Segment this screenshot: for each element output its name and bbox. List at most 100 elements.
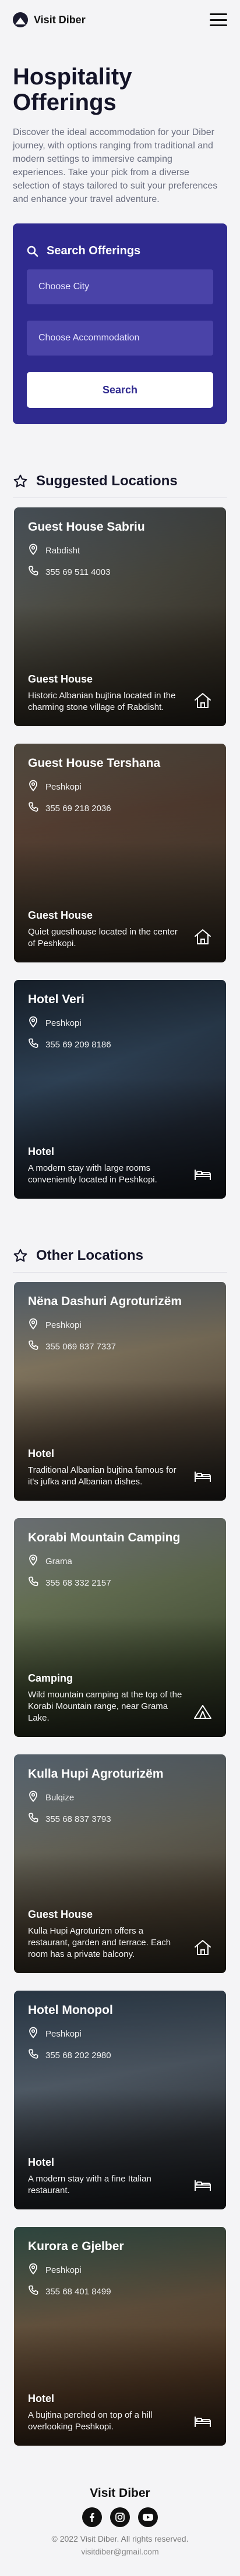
bed-icon: [193, 2415, 212, 2432]
location-name: Hotel Monopol: [28, 2003, 113, 2017]
brand[interactable]: Visit Diber: [13, 12, 86, 27]
accommodation-type: Hotel: [28, 1448, 54, 1459]
card-content: Korabi Mountain Camping Grama 355 68 332 2…: [14, 1518, 226, 1737]
phone-icon: [28, 2049, 38, 2062]
other-heading: Other Locations: [13, 1248, 227, 1264]
search-title: Search Offerings: [47, 244, 141, 257]
location-city-row: Peshkopi: [28, 1318, 212, 1332]
location-phone-row[interactable]: 355 69 209 8186: [28, 1038, 212, 1051]
phone-icon: [28, 1576, 38, 1589]
card-content: Nëna Dashuri Agroturizëm Peshkopi 355 069 …: [14, 1282, 226, 1501]
instagram-icon[interactable]: [110, 2507, 130, 2527]
location-description: A modern stay with a fine Italian restau…: [28, 2174, 151, 2195]
location-description: Kulla Hupi Agroturizm offers a restauran…: [28, 1926, 171, 1959]
accommodation-type: Guest House: [28, 673, 93, 685]
divider: [13, 1272, 227, 1273]
accommodation-type: Hotel: [28, 2156, 54, 2168]
hero-section: Hospitality Offerings Discover the ideal…: [0, 40, 240, 206]
location-phone-row[interactable]: 355 68 332 2157: [28, 1576, 212, 1589]
search-icon: [27, 246, 38, 257]
location-phone-row[interactable]: 355 069 837 7337: [28, 1340, 212, 1353]
phone-icon: [28, 566, 38, 578]
accommodation-type: Hotel: [28, 2393, 54, 2404]
card-footer: Camping Wild mountain camping at the top …: [28, 1672, 212, 1724]
location-phone-row[interactable]: 355 69 218 2036: [28, 802, 212, 815]
card-footer: Hotel A modern stay with large rooms conv…: [28, 1146, 212, 1186]
logo-icon: [13, 12, 28, 27]
search-card: Search Offerings Choose City Choose Acco…: [13, 223, 227, 424]
hero-description: Discover the ideal accommodation for you…: [13, 127, 218, 204]
other-title: Other Locations: [36, 1248, 144, 1263]
footer-brand: Visit Diber: [90, 2486, 150, 2500]
location-phone-row[interactable]: 355 68 202 2980: [28, 2049, 212, 2062]
accommodation-type: Guest House: [28, 909, 93, 921]
location-description: Historic Albanian bujtina located in the…: [28, 691, 176, 712]
facebook-icon[interactable]: [82, 2507, 102, 2527]
tent-icon: [193, 1704, 212, 1723]
location-phone[interactable]: 355 69 511 4003: [45, 567, 111, 577]
copyright: © 2022 Visit Diber. All rights reserved.: [51, 2534, 189, 2543]
youtube-icon[interactable]: [138, 2507, 158, 2527]
footer: Visit Diber © 2022 Visit Diber. All righ…: [0, 2486, 240, 2576]
location-city-row: Grama: [28, 1554, 212, 1568]
map-pin-icon: [28, 780, 38, 794]
accommodation-select[interactable]: Choose Accommodation: [27, 321, 213, 356]
location-phone[interactable]: 355 069 837 7337: [45, 1342, 116, 1352]
location-city: Bulqize: [45, 1792, 75, 1803]
location-phone[interactable]: 355 69 218 2036: [45, 804, 111, 813]
location-card[interactable]: Kulla Hupi Agroturizëm Bulqize 355 68 837 …: [14, 1754, 226, 1973]
location-description: A bujtina perched on top of a hill overl…: [28, 2410, 153, 2432]
location-phone-row[interactable]: 355 68 837 3793: [28, 1813, 212, 1825]
location-name: Guest House Sabriu: [28, 520, 145, 534]
location-card[interactable]: Hotel Monopol Peshkopi 355 68 202 2980 Hote…: [14, 1991, 226, 2209]
location-name: Kulla Hupi Agroturizëm: [28, 1767, 164, 1781]
search-button[interactable]: Search: [27, 372, 213, 408]
location-city: Grama: [45, 1556, 72, 1566]
other-list: Nëna Dashuri Agroturizëm Peshkopi 355 069 …: [0, 1282, 240, 2446]
location-card[interactable]: Nëna Dashuri Agroturizëm Peshkopi 355 069 …: [14, 1282, 226, 1501]
map-pin-icon: [28, 1318, 38, 1332]
search-heading: Search Offerings: [27, 244, 213, 258]
card-content: Kulla Hupi Agroturizëm Bulqize 355 68 837 …: [14, 1754, 226, 1973]
location-phone[interactable]: 355 68 332 2157: [45, 1578, 111, 1588]
contact-email[interactable]: visitdiber@gmail.com: [0, 2547, 240, 2556]
location-card[interactable]: Korabi Mountain Camping Grama 355 68 332 2…: [14, 1518, 226, 1737]
accommodation-type: Guest House: [28, 1909, 93, 1920]
location-phone[interactable]: 355 68 202 2980: [45, 2051, 111, 2060]
location-card[interactable]: Guest House Sabriu Rabdisht 355 69 511 400…: [14, 507, 226, 726]
location-card[interactable]: Guest House Tershana Peshkopi 355 69 218 2…: [14, 744, 226, 962]
location-card[interactable]: Hotel Veri Peshkopi 355 69 209 8186 Hotel A …: [14, 980, 226, 1199]
map-pin-icon: [28, 543, 38, 557]
location-city-row: Rabdisht: [28, 543, 212, 557]
location-phone-row[interactable]: 355 68 401 8499: [28, 2285, 212, 2298]
house-icon: [193, 692, 212, 712]
house-icon: [193, 928, 212, 948]
accommodation-type: Hotel: [28, 1146, 54, 1157]
location-name: Nëna Dashuri Agroturizëm: [28, 1295, 182, 1308]
location-city-row: Peshkopi: [28, 780, 212, 794]
accommodation-type: Camping: [28, 1672, 73, 1684]
menu-icon[interactable]: [210, 13, 227, 26]
location-phone[interactable]: 355 68 837 3793: [45, 1814, 111, 1824]
suggested-list: Guest House Sabriu Rabdisht 355 69 511 400…: [0, 507, 240, 1199]
location-city: Peshkopi: [45, 2265, 82, 2275]
phone-icon: [28, 2285, 38, 2298]
location-phone[interactable]: 355 68 401 8499: [45, 2287, 111, 2297]
phone-icon: [28, 1038, 38, 1051]
location-phone[interactable]: 355 69 209 8186: [45, 1040, 111, 1050]
location-phone-row[interactable]: 355 69 511 4003: [28, 566, 212, 578]
card-footer: Hotel A modern stay with a fine Italian r…: [28, 2156, 212, 2197]
location-city-row: Bulqize: [28, 1790, 212, 1804]
location-description: Quiet guesthouse located in the center o…: [28, 927, 178, 948]
location-city: Peshkopi: [45, 781, 82, 792]
location-card[interactable]: Kurora e Gjelber Peshkopi 355 68 401 8499 H…: [14, 2227, 226, 2446]
suggested-title: Suggested Locations: [36, 473, 178, 489]
social-links: [0, 2507, 240, 2527]
map-pin-icon: [28, 1016, 38, 1030]
card-footer: Guest House Quiet guesthouse located in t…: [28, 909, 212, 950]
bed-icon: [193, 2179, 212, 2195]
city-select[interactable]: Choose City: [27, 269, 213, 304]
location-description: Wild mountain camping at the top of the …: [28, 1690, 182, 1723]
card-footer: Hotel A bujtina perched on top of a hill …: [28, 2393, 212, 2433]
location-name: Hotel Veri: [28, 993, 84, 1006]
